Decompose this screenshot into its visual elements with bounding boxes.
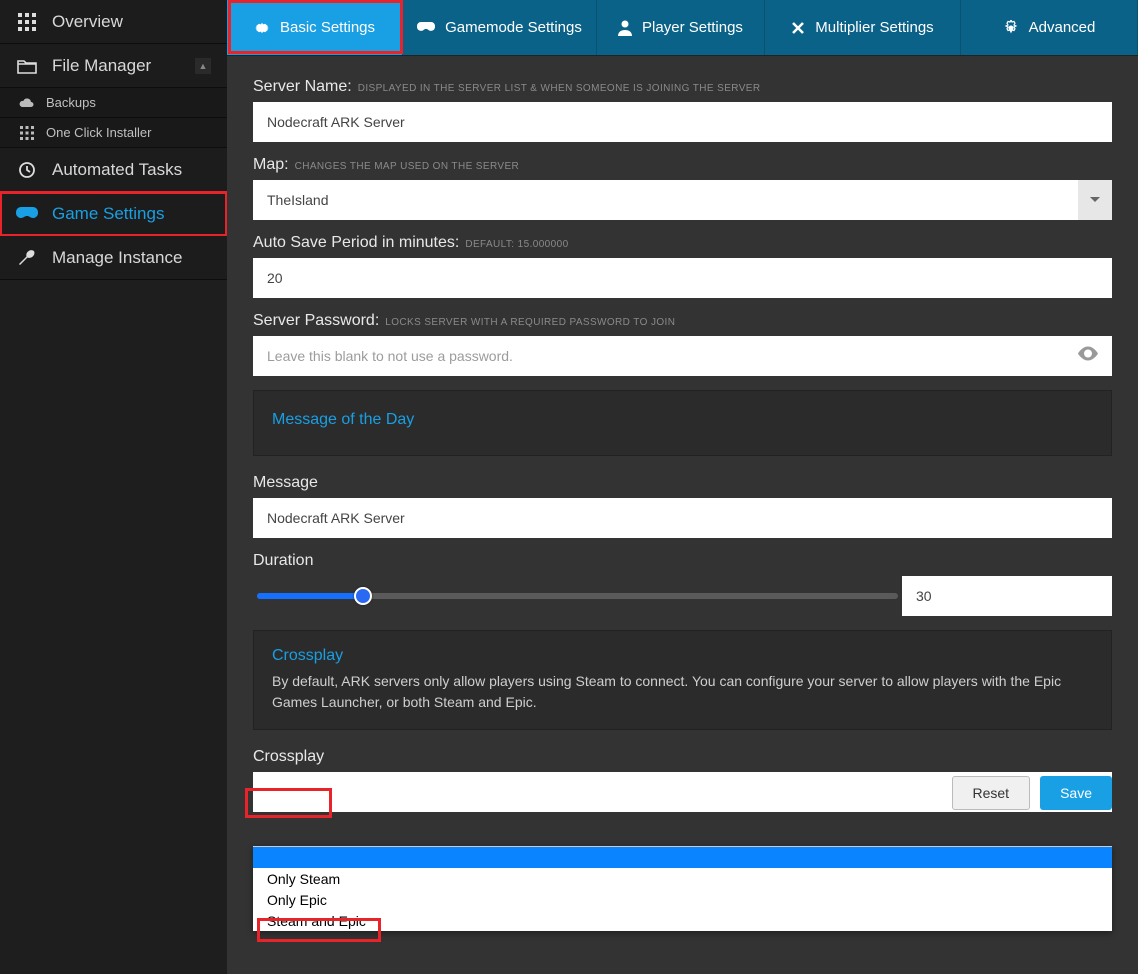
wrench-icon xyxy=(16,249,38,267)
input-password[interactable] xyxy=(253,336,1112,376)
field-message: Message xyxy=(253,474,1112,538)
label-password: Server Password: xyxy=(253,312,379,330)
grid-icon xyxy=(16,13,38,31)
sidebar-label: Overview xyxy=(52,12,123,32)
tab-player-settings[interactable]: Player Settings xyxy=(597,0,765,55)
folder-icon xyxy=(16,58,38,74)
gamepad-icon xyxy=(16,207,38,221)
tab-gamemode-settings[interactable]: Gamemode Settings xyxy=(403,0,597,55)
label-duration: Duration xyxy=(253,552,313,570)
chevron-down-icon[interactable] xyxy=(1078,180,1112,220)
tab-multiplier-settings[interactable]: Multiplier Settings xyxy=(765,0,961,55)
field-map: Map: CHANGES THE MAP USED ON THE SERVER xyxy=(253,156,1112,220)
form-area: Server Name: DISPLAYED IN THE SERVER LIS… xyxy=(227,56,1138,816)
crossplay-dropdown: Only Steam Only Epic Steam and Epic xyxy=(253,846,1112,931)
panel-title-crossplay: Crossplay xyxy=(272,647,1093,665)
tab-advanced[interactable]: Advanced xyxy=(961,0,1138,55)
sidebar-item-game-settings[interactable]: Game Settings xyxy=(0,192,227,236)
panel-title-motd: Message of the Day xyxy=(272,411,1093,429)
panel-desc-crossplay: By default, ARK servers only allow playe… xyxy=(272,671,1093,713)
dropdown-option-blank[interactable] xyxy=(253,847,1112,868)
gamepad-icon xyxy=(417,22,435,34)
sidebar-item-one-click[interactable]: One Click Installer xyxy=(0,118,227,148)
slider-thumb[interactable] xyxy=(354,587,372,605)
field-password: Server Password: LOCKS SERVER WITH A REQ… xyxy=(253,312,1112,376)
label-map: Map: xyxy=(253,156,289,174)
input-duration[interactable] xyxy=(902,576,1112,616)
gear-icon xyxy=(254,20,270,36)
save-button[interactable]: Save xyxy=(1040,776,1112,810)
label-autosave: Auto Save Period in minutes: xyxy=(253,234,459,252)
panel-motd: Message of the Day xyxy=(253,390,1112,456)
label-server-name: Server Name: xyxy=(253,78,352,96)
footer-buttons: Reset Save xyxy=(952,776,1113,810)
tasks-icon xyxy=(16,161,38,179)
tab-label: Multiplier Settings xyxy=(815,19,933,36)
label-message: Message xyxy=(253,474,318,492)
sidebar: Overview File Manager ▲ Backups One Clic… xyxy=(0,0,227,974)
cloud-icon xyxy=(18,97,36,109)
sidebar-label: Game Settings xyxy=(52,204,164,224)
input-message[interactable] xyxy=(253,498,1112,538)
tab-label: Player Settings xyxy=(642,19,743,36)
tab-label: Advanced xyxy=(1029,19,1096,36)
dropdown-option-only-steam[interactable]: Only Steam xyxy=(253,868,1112,889)
tab-basic-settings[interactable]: Basic Settings xyxy=(227,0,403,55)
sidebar-item-file-manager[interactable]: File Manager ▲ xyxy=(0,44,227,88)
duration-slider[interactable] xyxy=(253,576,902,616)
sidebar-label: Backups xyxy=(46,95,96,110)
sidebar-item-manage-instance[interactable]: Manage Instance xyxy=(0,236,227,280)
user-icon xyxy=(618,20,632,36)
sidebar-label: File Manager xyxy=(52,56,151,76)
multiply-icon xyxy=(791,21,805,35)
eye-icon[interactable] xyxy=(1078,347,1098,366)
dropdown-option-only-epic[interactable]: Only Epic xyxy=(253,889,1112,910)
hint-password: LOCKS SERVER WITH A REQUIRED PASSWORD TO… xyxy=(385,317,675,328)
sidebar-item-backups[interactable]: Backups xyxy=(0,88,227,118)
select-map[interactable] xyxy=(253,180,1078,220)
reset-button[interactable]: Reset xyxy=(952,776,1031,810)
tab-label: Gamemode Settings xyxy=(445,19,582,36)
hint-map: CHANGES THE MAP USED ON THE SERVER xyxy=(295,161,520,172)
hint-server-name: DISPLAYED IN THE SERVER LIST & WHEN SOME… xyxy=(358,83,761,94)
label-crossplay: Crossplay xyxy=(253,748,324,766)
field-server-name: Server Name: DISPLAYED IN THE SERVER LIS… xyxy=(253,78,1112,142)
field-autosave: Auto Save Period in minutes: DEFAULT: 15… xyxy=(253,234,1112,298)
sidebar-label: One Click Installer xyxy=(46,125,151,140)
tab-label: Basic Settings xyxy=(280,19,375,36)
gear-icon xyxy=(1003,20,1019,36)
grid-small-icon xyxy=(18,126,36,140)
input-autosave[interactable] xyxy=(253,258,1112,298)
field-duration: Duration xyxy=(253,552,1112,616)
settings-tabs: Basic Settings Gamemode Settings Player … xyxy=(227,0,1138,56)
sidebar-label: Automated Tasks xyxy=(52,160,182,180)
hint-autosave: DEFAULT: 15.000000 xyxy=(465,239,568,250)
panel-crossplay: Crossplay By default, ARK servers only a… xyxy=(253,630,1112,730)
input-server-name[interactable] xyxy=(253,102,1112,142)
dropdown-option-steam-and-epic[interactable]: Steam and Epic xyxy=(253,910,1112,931)
sidebar-label: Manage Instance xyxy=(52,248,182,268)
slider-track-fill xyxy=(257,593,367,599)
collapse-icon[interactable]: ▲ xyxy=(195,58,211,74)
sidebar-item-automated-tasks[interactable]: Automated Tasks xyxy=(0,148,227,192)
sidebar-item-overview[interactable]: Overview xyxy=(0,0,227,44)
main-area: Basic Settings Gamemode Settings Player … xyxy=(227,0,1138,974)
